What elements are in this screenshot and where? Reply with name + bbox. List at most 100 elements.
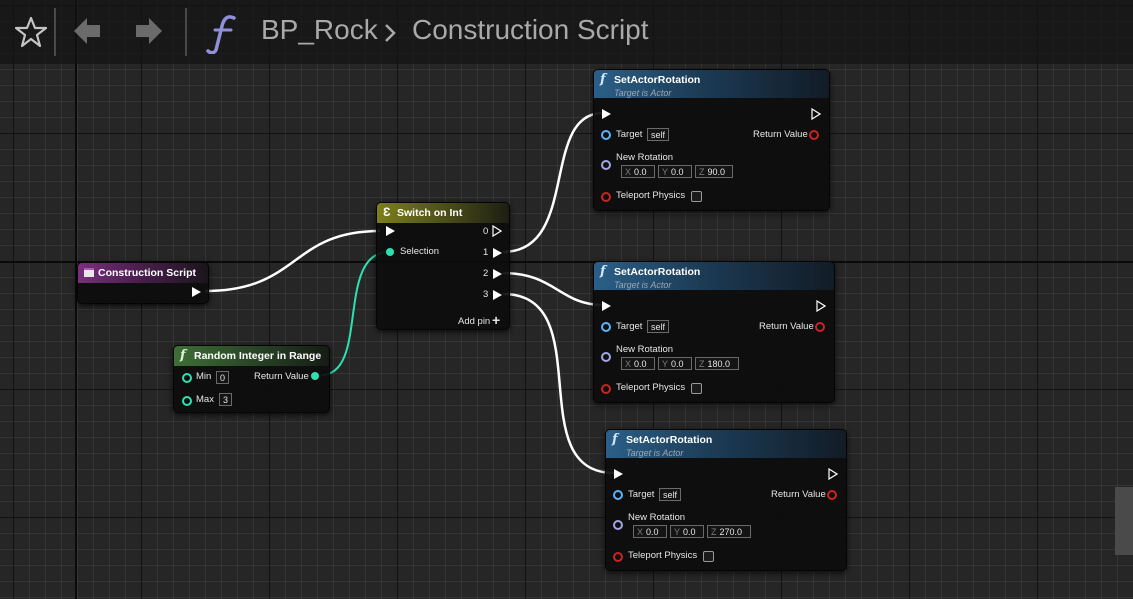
teleport-physics-label: Teleport Physics: [616, 190, 686, 201]
output-3-exec-pin[interactable]: [493, 290, 502, 300]
add-pin-label[interactable]: Add pin: [458, 316, 490, 327]
return-value-label: Return Value: [753, 129, 808, 140]
exec-output-pin[interactable]: [816, 300, 826, 312]
rotation-x-input[interactable]: X 0.0: [621, 357, 655, 370]
node-title: SetActorRotation: [614, 74, 701, 86]
function-icon: f: [612, 432, 618, 447]
rotation-y-input[interactable]: Y 0.0: [658, 165, 692, 178]
output-0-exec-pin[interactable]: [492, 225, 502, 237]
node-header: Construction Script: [78, 263, 208, 283]
star-icon[interactable]: [14, 15, 48, 49]
node-title: Switch on Int: [397, 207, 463, 219]
node-subtitle: Target is Actor: [626, 448, 684, 458]
rotation-z-input[interactable]: Z 90.0: [695, 165, 733, 178]
new-rotation-label: New Rotation: [616, 344, 674, 355]
return-value-output-pin[interactable]: [827, 490, 837, 500]
teleport-physics-input-pin[interactable]: [601, 384, 611, 394]
target-input-pin[interactable]: [613, 490, 623, 500]
set-actor-rotation-node-1[interactable]: f SetActorRotation Target is Actor Targe…: [593, 69, 830, 211]
teleport-physics-checkbox[interactable]: [691, 383, 702, 394]
breadcrumb-asset[interactable]: BP_Rock: [261, 14, 378, 46]
set-actor-rotation-node-2[interactable]: f SetActorRotation Target is Actor Targe…: [593, 261, 835, 403]
max-label: Max: [196, 394, 214, 405]
exec-output-pin[interactable]: [811, 108, 821, 120]
node-header: f Random Integer in Range: [174, 346, 329, 366]
return-value-label: Return Value: [254, 371, 309, 382]
output-2-exec-pin[interactable]: [493, 269, 502, 279]
target-label: Target: [616, 129, 643, 140]
node-subtitle: Target is Actor: [614, 280, 672, 290]
function-icon: [206, 15, 236, 54]
min-input-pin[interactable]: [182, 373, 192, 383]
random-integer-in-range-node[interactable]: f Random Integer in Range Min 0 Return V…: [173, 345, 330, 413]
selection-label: Selection: [400, 246, 440, 257]
target-value: self: [647, 320, 670, 333]
back-arrow-icon[interactable]: [72, 14, 102, 48]
teleport-physics-input-pin[interactable]: [601, 192, 611, 202]
function-icon: f: [600, 264, 606, 279]
forward-arrow-icon[interactable]: [134, 14, 164, 48]
node-subtitle: Target is Actor: [614, 88, 672, 98]
breadcrumb-chevron-icon: [385, 24, 396, 42]
add-pin-plus-icon[interactable]: +: [492, 312, 500, 328]
return-value-output-pin[interactable]: [809, 130, 819, 140]
return-value-label: Return Value: [771, 489, 826, 500]
exec-input-pin[interactable]: [602, 109, 611, 119]
min-value-input[interactable]: 0: [216, 371, 230, 384]
set-actor-rotation-node-3[interactable]: f SetActorRotation Target is Actor Targe…: [605, 429, 847, 571]
max-input-pin[interactable]: [182, 396, 192, 406]
return-value-output-pin[interactable]: [815, 322, 825, 332]
output-0-label: 0: [483, 226, 489, 237]
new-rotation-label: New Rotation: [616, 152, 674, 163]
target-label: Target: [628, 489, 655, 500]
exec-input-pin[interactable]: [614, 469, 623, 479]
rotation-y-input[interactable]: Y 0.0: [658, 357, 692, 370]
teleport-physics-label: Teleport Physics: [616, 382, 686, 393]
rotation-x-input[interactable]: X 0.0: [621, 165, 655, 178]
output-2-label: 2: [483, 268, 489, 279]
partial-offscreen-watermark: [1115, 487, 1133, 555]
exec-output-pin[interactable]: [828, 468, 838, 480]
target-input-pin[interactable]: [601, 322, 611, 332]
selection-input-pin[interactable]: [386, 248, 394, 256]
function-icon: f: [600, 72, 606, 87]
exec-output-pin[interactable]: [192, 287, 201, 297]
node-header: f SetActorRotation Target is Actor: [606, 430, 846, 458]
teleport-physics-label: Teleport Physics: [628, 550, 698, 561]
node-title: Random Integer in Range: [194, 350, 322, 362]
node-title: SetActorRotation: [626, 434, 713, 446]
new-rotation-input-pin[interactable]: [613, 520, 623, 530]
teleport-physics-checkbox[interactable]: [691, 191, 702, 202]
exec-input-pin[interactable]: [602, 301, 611, 311]
rotation-z-input[interactable]: Z 180.0: [695, 357, 739, 370]
rotation-y-input[interactable]: Y 0.0: [670, 525, 704, 538]
output-1-label: 1: [483, 247, 489, 258]
function-icon: f: [180, 348, 186, 363]
rotation-x-input[interactable]: X 0.0: [633, 525, 667, 538]
target-label: Target: [616, 321, 643, 332]
target-input-pin[interactable]: [601, 130, 611, 140]
breadcrumb-graph[interactable]: Construction Script: [412, 14, 649, 46]
output-1-exec-pin[interactable]: [493, 248, 502, 258]
event-icon: [84, 268, 94, 277]
return-value-output-pin[interactable]: [311, 372, 319, 380]
new-rotation-input-pin[interactable]: [601, 160, 611, 170]
teleport-physics-input-pin[interactable]: [613, 552, 623, 562]
graph-toolbar: BP_Rock Construction Script: [0, 0, 1133, 64]
node-header: f SetActorRotation Target is Actor: [594, 262, 834, 290]
rotation-z-input[interactable]: Z 270.0: [707, 525, 751, 538]
teleport-physics-checkbox[interactable]: [703, 551, 714, 562]
min-label: Min: [196, 371, 212, 382]
toolbar-separator: [54, 8, 56, 56]
switch-on-int-node[interactable]: Ɛ Switch on Int Selection 0 1 2 3 Add pi…: [376, 202, 510, 330]
new-rotation-input-pin[interactable]: [601, 352, 611, 362]
max-value-input[interactable]: 3: [219, 393, 233, 406]
toolbar-separator: [185, 8, 187, 56]
exec-input-pin[interactable]: [386, 226, 395, 236]
target-value: self: [659, 488, 682, 501]
node-title: Construction Script: [98, 267, 197, 279]
construction-script-node[interactable]: Construction Script: [77, 262, 209, 304]
node-title: SetActorRotation: [614, 266, 701, 278]
output-3-label: 3: [483, 289, 489, 300]
node-header: f SetActorRotation Target is Actor: [594, 70, 829, 98]
